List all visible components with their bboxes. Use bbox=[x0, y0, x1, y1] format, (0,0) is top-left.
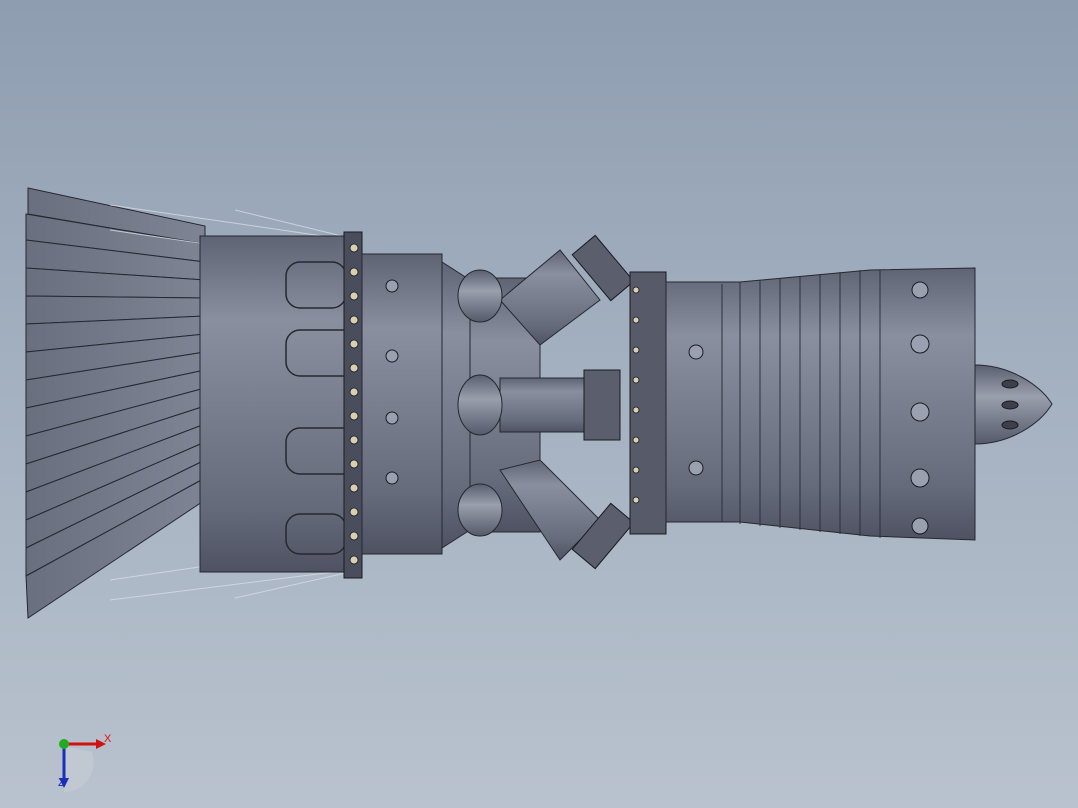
afterburner-section bbox=[361, 253, 443, 555]
hinge-ring bbox=[343, 231, 363, 579]
nozzle-barrel bbox=[199, 235, 351, 573]
nozzle-flaps bbox=[25, 187, 206, 619]
triad-z-label: Z bbox=[58, 777, 65, 789]
graphics-viewport[interactable]: X Z bbox=[0, 0, 1078, 808]
main-flange bbox=[629, 271, 667, 535]
y-axis-point-icon bbox=[59, 739, 69, 749]
turbine-engine-model[interactable] bbox=[0, 0, 1078, 808]
triad-x-label: X bbox=[104, 733, 112, 745]
